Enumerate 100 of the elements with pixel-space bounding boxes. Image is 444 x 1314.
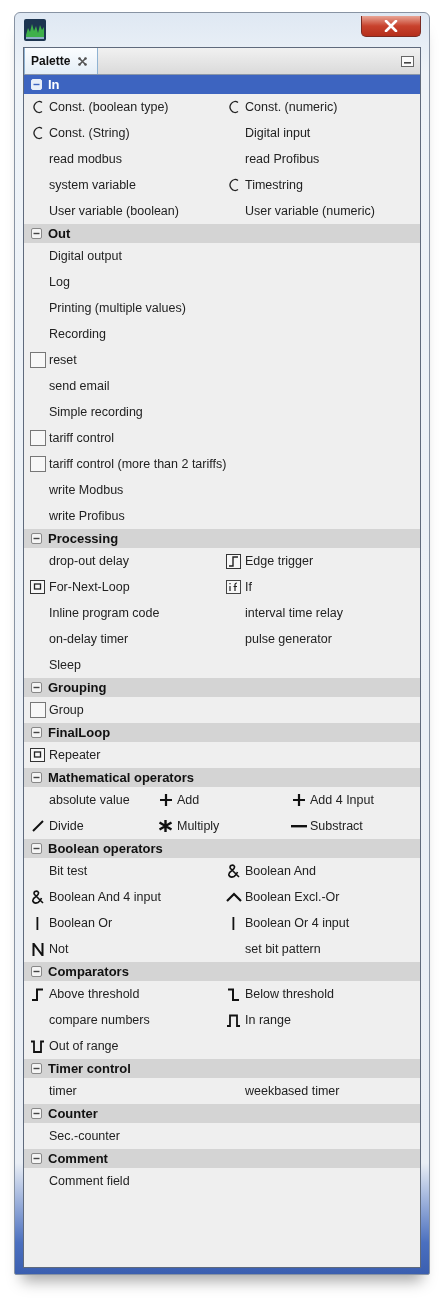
item-label: Substract [310, 819, 363, 833]
palette-item[interactable]: Boolean Excl.-Or [220, 884, 420, 910]
collapse-icon[interactable] [31, 1063, 42, 1074]
item-label: Inline program code [49, 606, 160, 620]
palette-item[interactable]: Below threshold [220, 981, 420, 1007]
section-header[interactable]: Mathematical operators [24, 768, 420, 787]
palette-item[interactable]: read modbus [24, 146, 220, 172]
close-icon[interactable] [78, 56, 88, 66]
palette-item[interactable]: Sec.-counter [24, 1123, 420, 1149]
palette-item[interactable]: send email [24, 373, 420, 399]
section-title: Grouping [48, 680, 107, 695]
palette-item[interactable]: Const. (boolean type) [24, 94, 220, 120]
palette-item[interactable]: Edge trigger [220, 548, 420, 574]
palette-item[interactable]: system variable [24, 172, 220, 198]
palette-item[interactable]: If [220, 574, 420, 600]
palette-item[interactable]: tariff control (more than 2 tariffs) [24, 451, 420, 477]
plus-icon [158, 793, 173, 807]
section-header[interactable]: Comparators [24, 962, 420, 981]
palette-item[interactable]: weekbased timer [220, 1078, 420, 1104]
palette-item[interactable]: set bit pattern [220, 936, 420, 962]
palette-item[interactable]: Comment field [24, 1168, 420, 1194]
palette-item[interactable]: Boolean And [220, 858, 420, 884]
section-header[interactable]: Out [24, 224, 420, 243]
collapse-icon[interactable] [31, 682, 42, 693]
item-label: Add [177, 793, 200, 807]
palette-item[interactable]: Const. (String) [24, 120, 220, 146]
section-header[interactable]: Grouping [24, 678, 420, 697]
minus-icon [290, 824, 307, 828]
palette-item[interactable]: Repeater [24, 742, 420, 768]
palette-item[interactable]: Timestring [220, 172, 420, 198]
square-icon [29, 702, 46, 718]
item-label: Repeater [49, 748, 101, 762]
palette-item[interactable]: Boolean Or [24, 910, 220, 936]
palette-item[interactable]: timer [24, 1078, 220, 1104]
item-label: In range [245, 1013, 291, 1027]
collapse-icon[interactable] [31, 966, 42, 977]
palette-item[interactable]: Log [24, 269, 420, 295]
palette-item[interactable]: Boolean Or 4 input [220, 910, 420, 936]
section-header[interactable]: Timer control [24, 1059, 420, 1078]
palette-item[interactable]: Above threshold [24, 981, 220, 1007]
palette-item[interactable]: Digital input [220, 120, 420, 146]
collapse-icon[interactable] [31, 533, 42, 544]
palette-item[interactable]: Simple recording [24, 399, 420, 425]
palette-item[interactable]: User variable (numeric) [220, 198, 420, 224]
palette-item[interactable]: Bit test [24, 858, 220, 884]
palette-item[interactable]: Sleep [24, 652, 220, 678]
palette-item[interactable]: Substract [285, 813, 420, 839]
palette-item[interactable]: write Modbus [24, 477, 420, 503]
palette-item[interactable]: tariff control [24, 425, 420, 451]
palette-item[interactable]: read Profibus [220, 146, 420, 172]
palette-item[interactable]: Divide [24, 813, 152, 839]
palette-item[interactable]: Out of range [24, 1033, 220, 1059]
palette-item[interactable]: Inline program code [24, 600, 220, 626]
palette-item[interactable]: on-delay timer [24, 626, 220, 652]
palette-item[interactable]: Recording [24, 321, 420, 347]
palette-item[interactable]: absolute value [24, 787, 152, 813]
item-label: tariff control (more than 2 tariffs) [49, 457, 227, 471]
palette-item[interactable]: compare numbers [24, 1007, 220, 1033]
palette-item[interactable]: Multiply [152, 813, 285, 839]
item-label: Sleep [49, 658, 81, 672]
section-title: Comparators [48, 964, 129, 979]
palette-tab[interactable]: Palette [24, 48, 99, 74]
item-label: Below threshold [245, 987, 334, 1001]
section-header[interactable]: Counter [24, 1104, 420, 1123]
item-label: For-Next-Loop [49, 580, 130, 594]
palette-item[interactable]: drop-out delay [24, 548, 220, 574]
item-label: Sec.-counter [49, 1129, 120, 1143]
item-label: Above threshold [49, 987, 140, 1001]
section-header[interactable]: Boolean operators [24, 839, 420, 858]
collapse-icon[interactable] [31, 228, 42, 239]
notch-icon [30, 1039, 45, 1053]
collapse-icon[interactable] [31, 1108, 42, 1119]
palette-item[interactable]: interval time relay [220, 600, 420, 626]
minimize-icon[interactable] [401, 55, 414, 67]
close-button[interactable] [361, 15, 421, 37]
palette-item[interactable]: For-Next-Loop [24, 574, 220, 600]
palette-item[interactable]: Group [24, 697, 420, 723]
palette-item[interactable]: Const. (numeric) [220, 94, 420, 120]
collapse-icon[interactable] [31, 727, 42, 738]
palette-item[interactable]: Add [152, 787, 285, 813]
palette-item[interactable]: In range [220, 1007, 420, 1033]
collapse-icon[interactable] [31, 772, 42, 783]
collapse-icon[interactable] [31, 1153, 42, 1164]
section-header[interactable]: FinalLoop [24, 723, 420, 742]
section-header[interactable]: In [24, 75, 420, 94]
palette-item[interactable]: write Profibus [24, 503, 420, 529]
collapse-icon[interactable] [31, 843, 42, 854]
item-label: Group [49, 703, 84, 717]
palette-item[interactable]: pulse generator [220, 626, 420, 652]
palette-item[interactable]: Digital output [24, 243, 420, 269]
palette-item[interactable]: Boolean And 4 input [24, 884, 220, 910]
section-header[interactable]: Processing [24, 529, 420, 548]
loop-icon [30, 580, 45, 594]
palette-item[interactable]: Add 4 Input [285, 787, 420, 813]
palette-item[interactable]: User variable (boolean) [24, 198, 220, 224]
palette-item[interactable]: Printing (multiple values) [24, 295, 420, 321]
palette-item[interactable]: reset [24, 347, 420, 373]
item-label: Boolean Or [49, 916, 113, 930]
section-header[interactable]: Comment [24, 1149, 420, 1168]
palette-item[interactable]: Not [24, 936, 220, 962]
